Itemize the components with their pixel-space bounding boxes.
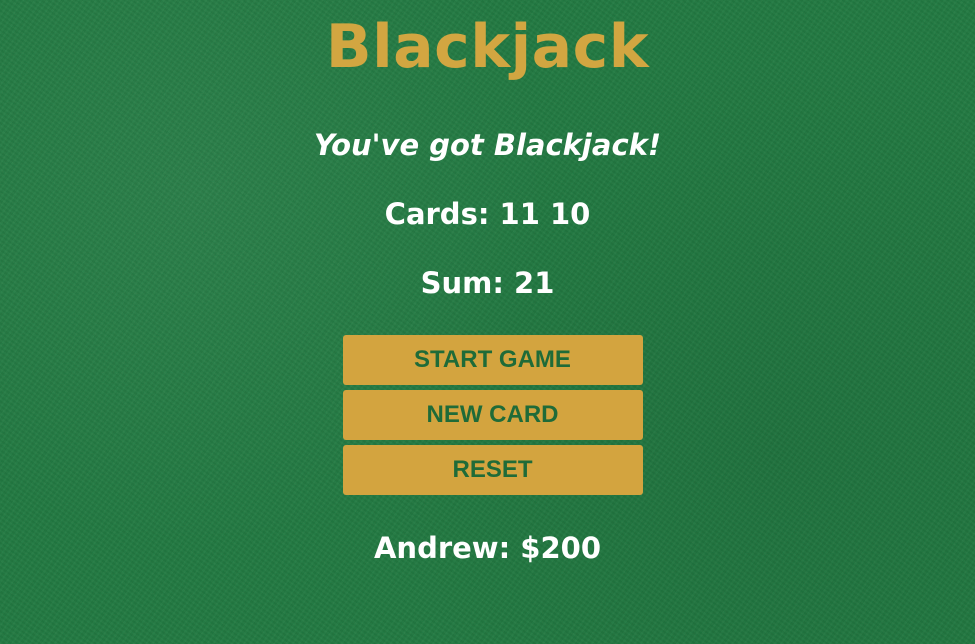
start-game-button[interactable]: START GAME (342, 335, 643, 385)
reset-button[interactable]: RESET (342, 445, 643, 495)
sum-text: Sum: 21 (420, 266, 555, 300)
player-balance: Andrew: $200 (373, 531, 601, 565)
game-container: Blackjack You've got Blackjack! Cards: 1… (0, 0, 975, 565)
page-title: Blackjack (325, 12, 650, 82)
blackjack-page: { "title": "Blackjack", "message": "You'… (0, 0, 975, 644)
message-text: You've got Blackjack! (313, 128, 662, 162)
new-card-button[interactable]: NEW CARD (342, 390, 643, 440)
cards-text: Cards: 11 10 (384, 197, 591, 231)
button-group: START GAME NEW CARD RESET (0, 335, 975, 500)
